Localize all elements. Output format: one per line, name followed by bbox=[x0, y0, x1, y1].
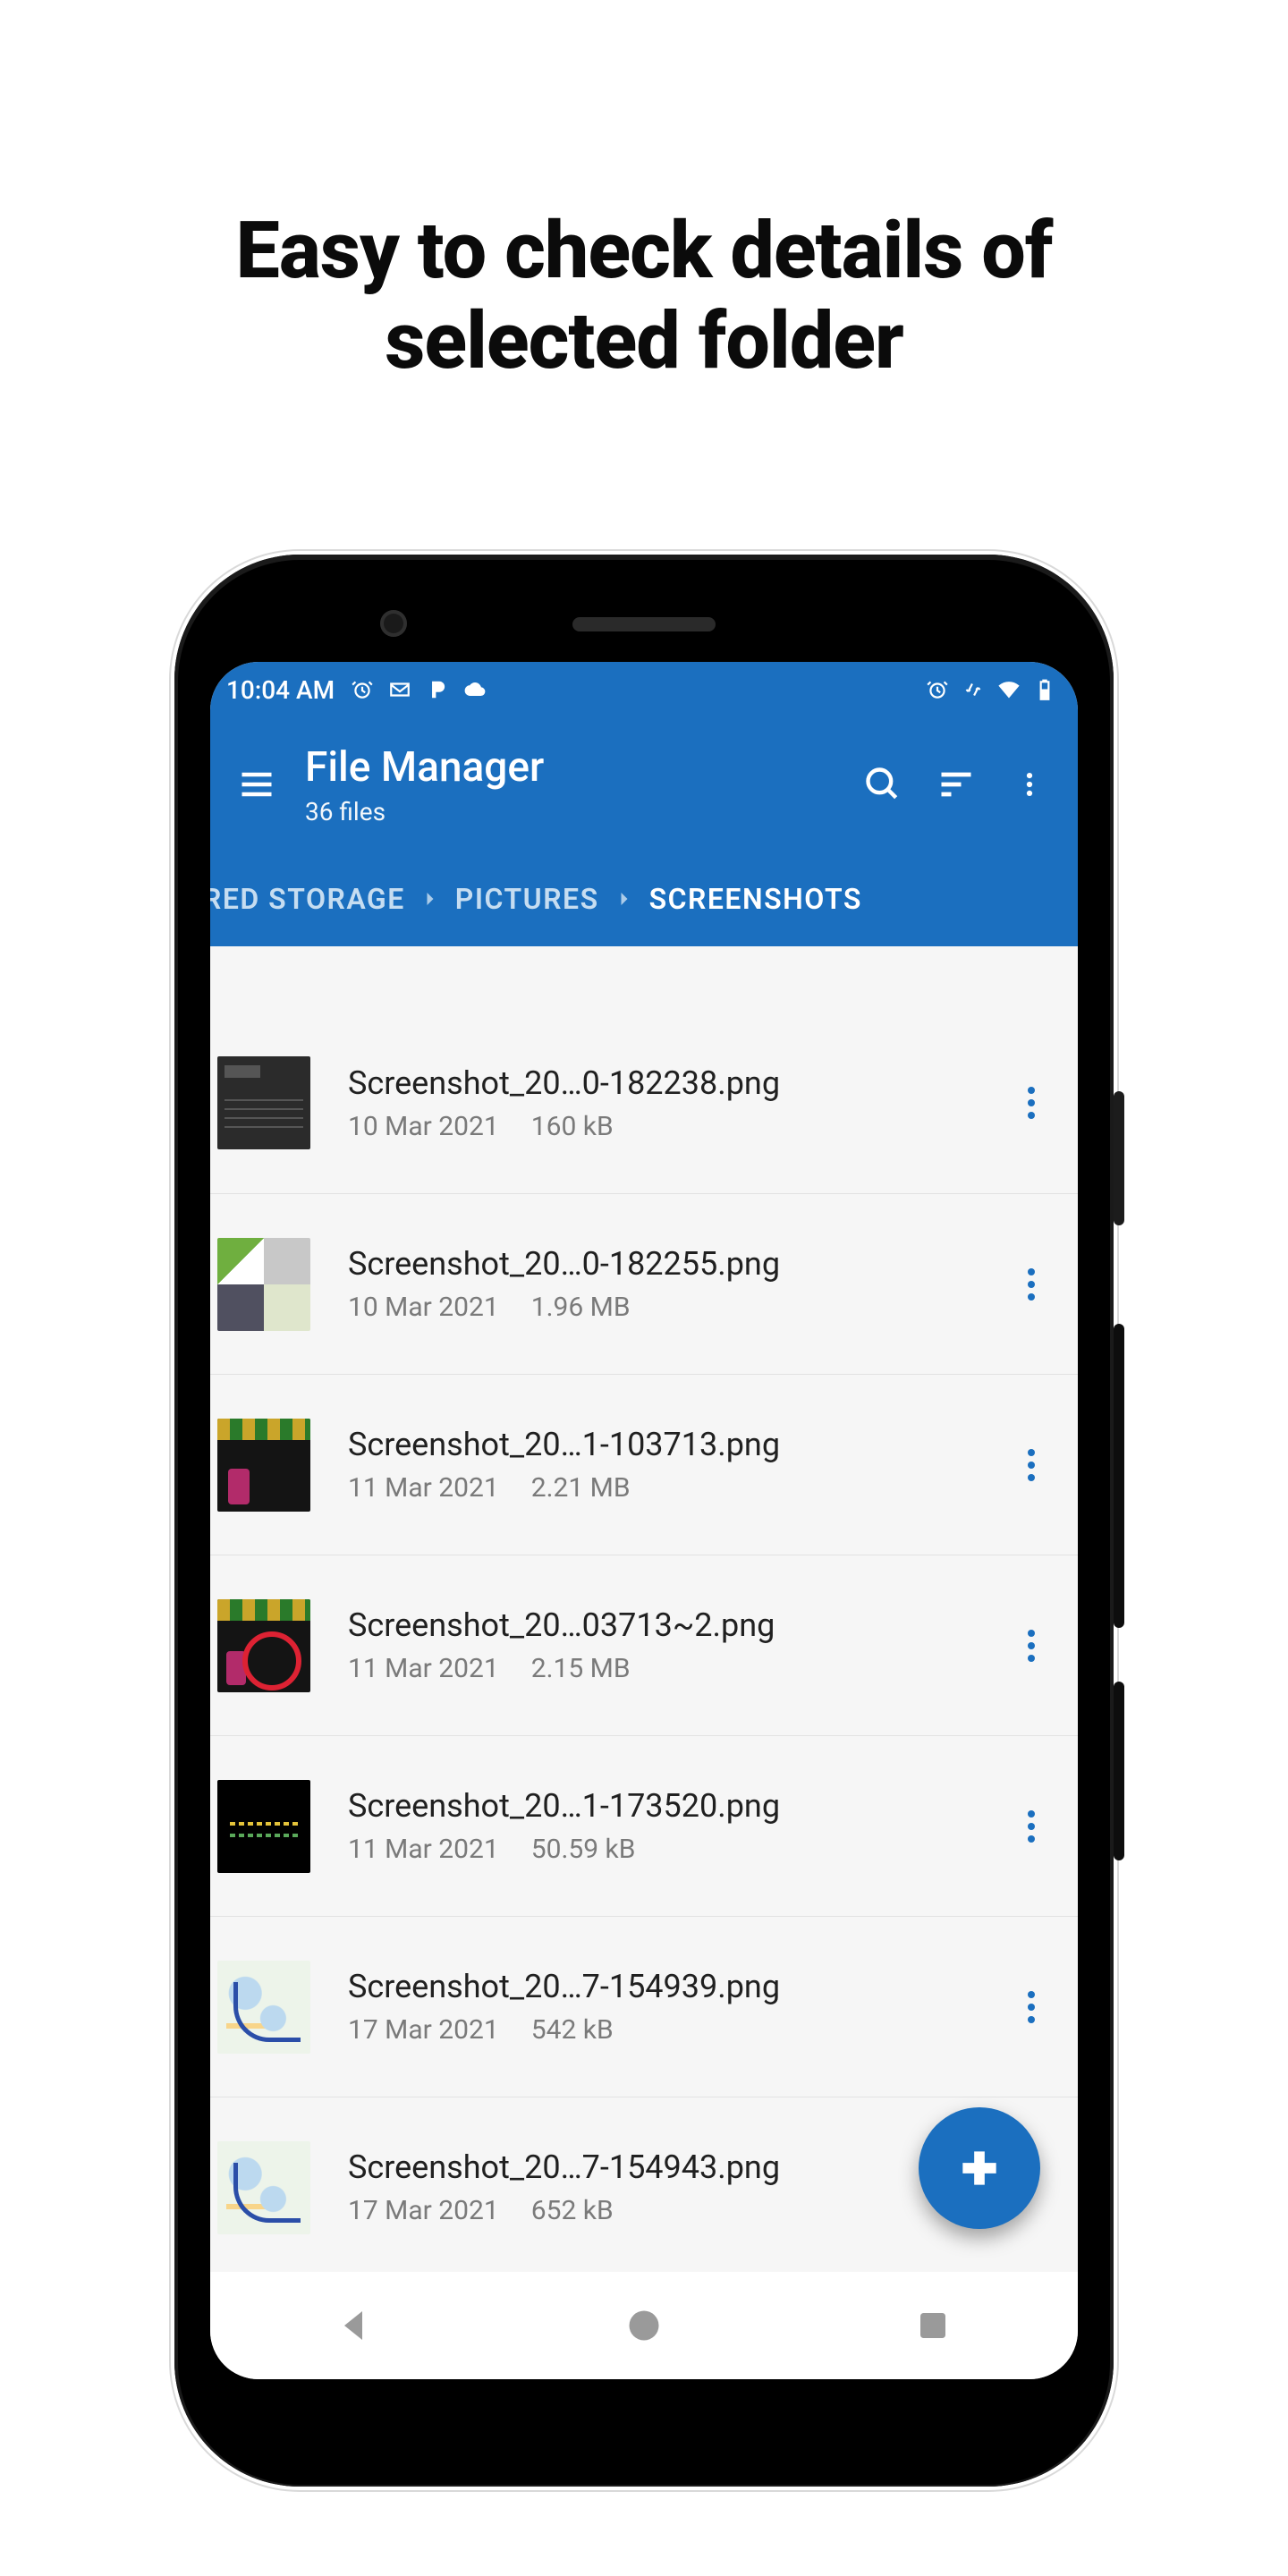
nav-back-button[interactable] bbox=[328, 2299, 382, 2352]
alarm-icon bbox=[926, 678, 949, 701]
file-thumbnail bbox=[217, 1780, 310, 1873]
side-button-2 bbox=[1114, 1324, 1124, 1628]
phone-speaker bbox=[572, 617, 716, 631]
file-date: 10 Mar 2021 bbox=[348, 1292, 499, 1323]
appbar-subtitle: 36 files bbox=[305, 797, 833, 826]
breadcrumb-item-storage[interactable]: RED STORAGE bbox=[210, 882, 418, 916]
alarm-icon bbox=[351, 678, 374, 701]
file-size: 652 kB bbox=[531, 2195, 614, 2226]
file-size: 2.21 MB bbox=[531, 1472, 631, 1504]
file-row[interactable]: Screenshot_20…1-173520.png 11 Mar 2021 5… bbox=[210, 1735, 1078, 1916]
data-icon bbox=[962, 678, 985, 701]
appbar-title-block: File Manager 36 files bbox=[305, 743, 833, 826]
file-more-button[interactable] bbox=[1010, 1081, 1053, 1124]
file-thumbnail bbox=[217, 1961, 310, 2054]
status-bar: 10:04 AM bbox=[210, 662, 1078, 717]
nav-home-button[interactable] bbox=[617, 2299, 671, 2352]
file-name: Screenshot_20…1-173520.png bbox=[348, 1787, 1010, 1825]
file-name: Screenshot_20…0-182238.png bbox=[348, 1064, 1010, 1102]
file-thumbnail bbox=[217, 1238, 310, 1331]
file-name: Screenshot_20…1-103713.png bbox=[348, 1426, 1010, 1463]
side-button-3 bbox=[1114, 1682, 1124, 1860]
file-date: 17 Mar 2021 bbox=[348, 2014, 499, 2046]
file-size: 160 kB bbox=[531, 1111, 614, 1142]
file-more-button[interactable] bbox=[1010, 1986, 1053, 2029]
file-size: 542 kB bbox=[531, 2014, 614, 2046]
file-thumbnail bbox=[217, 1056, 310, 1149]
app-bar: File Manager 36 files bbox=[210, 717, 1078, 852]
status-icons-right bbox=[926, 678, 1056, 701]
file-date: 10 Mar 2021 bbox=[348, 1111, 499, 1142]
side-button-1 bbox=[1114, 1091, 1124, 1225]
file-thumbnail bbox=[217, 1419, 310, 1512]
breadcrumb: RED STORAGE PICTURES SCREENSHOTS bbox=[210, 852, 1078, 946]
file-row[interactable]: Screenshot_20…0-182238.png 10 Mar 2021 1… bbox=[210, 1013, 1078, 1193]
file-date: 11 Mar 2021 bbox=[348, 1653, 499, 1684]
file-name: Screenshot_20…0-182255.png bbox=[348, 1245, 1010, 1283]
breadcrumb-item-screenshots[interactable]: SCREENSHOTS bbox=[637, 882, 875, 916]
breadcrumb-item-pictures[interactable]: PICTURES bbox=[443, 882, 612, 916]
file-name: Screenshot_20…03713~2.png bbox=[348, 1606, 1010, 1644]
file-date: 17 Mar 2021 bbox=[348, 2195, 499, 2226]
nav-recent-button[interactable] bbox=[906, 2299, 960, 2352]
file-size: 50.59 kB bbox=[531, 1834, 636, 1865]
file-thumbnail bbox=[217, 1599, 310, 1692]
chevron-right-icon bbox=[418, 886, 443, 911]
file-date: 11 Mar 2021 bbox=[348, 1472, 499, 1504]
phone-camera bbox=[380, 610, 407, 637]
headline-line-2: selected folder bbox=[385, 295, 902, 387]
file-list[interactable]: Screenshot_20…0-182238.png 10 Mar 2021 1… bbox=[210, 946, 1078, 2277]
file-row[interactable]: Screenshot_20…03713~2.png 11 Mar 2021 2.… bbox=[210, 1555, 1078, 1735]
menu-button[interactable] bbox=[235, 763, 278, 806]
file-more-button[interactable] bbox=[1010, 1263, 1053, 1306]
overflow-button[interactable] bbox=[1006, 761, 1053, 808]
android-nav-bar bbox=[210, 2272, 1078, 2379]
headline-line-1: Easy to check details of bbox=[235, 205, 1052, 297]
file-row[interactable]: Screenshot_20…1-103713.png 11 Mar 2021 2… bbox=[210, 1374, 1078, 1555]
file-more-button[interactable] bbox=[1010, 1444, 1053, 1487]
search-button[interactable] bbox=[860, 761, 906, 808]
file-name: Screenshot_20…7-154939.png bbox=[348, 1968, 1010, 2005]
wifi-icon bbox=[997, 678, 1021, 701]
file-row[interactable]: Screenshot_20…0-182255.png 10 Mar 2021 1… bbox=[210, 1193, 1078, 1374]
p-icon bbox=[426, 678, 449, 701]
file-date: 11 Mar 2021 bbox=[348, 1834, 499, 1865]
file-size: 1.96 MB bbox=[531, 1292, 631, 1323]
battery-icon bbox=[1033, 678, 1056, 701]
file-thumbnail bbox=[217, 2141, 310, 2234]
status-icons-left bbox=[351, 678, 487, 701]
fab-add-button[interactable] bbox=[919, 2107, 1040, 2229]
status-time: 10:04 AM bbox=[226, 675, 335, 705]
file-more-button[interactable] bbox=[1010, 1624, 1053, 1667]
chevron-right-icon bbox=[612, 886, 637, 911]
file-row[interactable]: Screenshot_20…7-154939.png 17 Mar 2021 5… bbox=[210, 1916, 1078, 2097]
phone-screen: 10:04 AM bbox=[210, 662, 1078, 2379]
file-size: 2.15 MB bbox=[531, 1653, 631, 1684]
file-more-button[interactable] bbox=[1010, 1805, 1053, 1848]
sort-button[interactable] bbox=[933, 761, 979, 808]
file-name: Screenshot_20…7-154943.png bbox=[348, 2148, 1010, 2186]
appbar-title: File Manager bbox=[305, 743, 833, 792]
promo-headline: Easy to check details of selected folder bbox=[0, 206, 1288, 386]
gmail-icon bbox=[388, 678, 411, 701]
cloud-icon bbox=[463, 678, 487, 701]
phone-mockup: 10:04 AM bbox=[174, 555, 1114, 2487]
